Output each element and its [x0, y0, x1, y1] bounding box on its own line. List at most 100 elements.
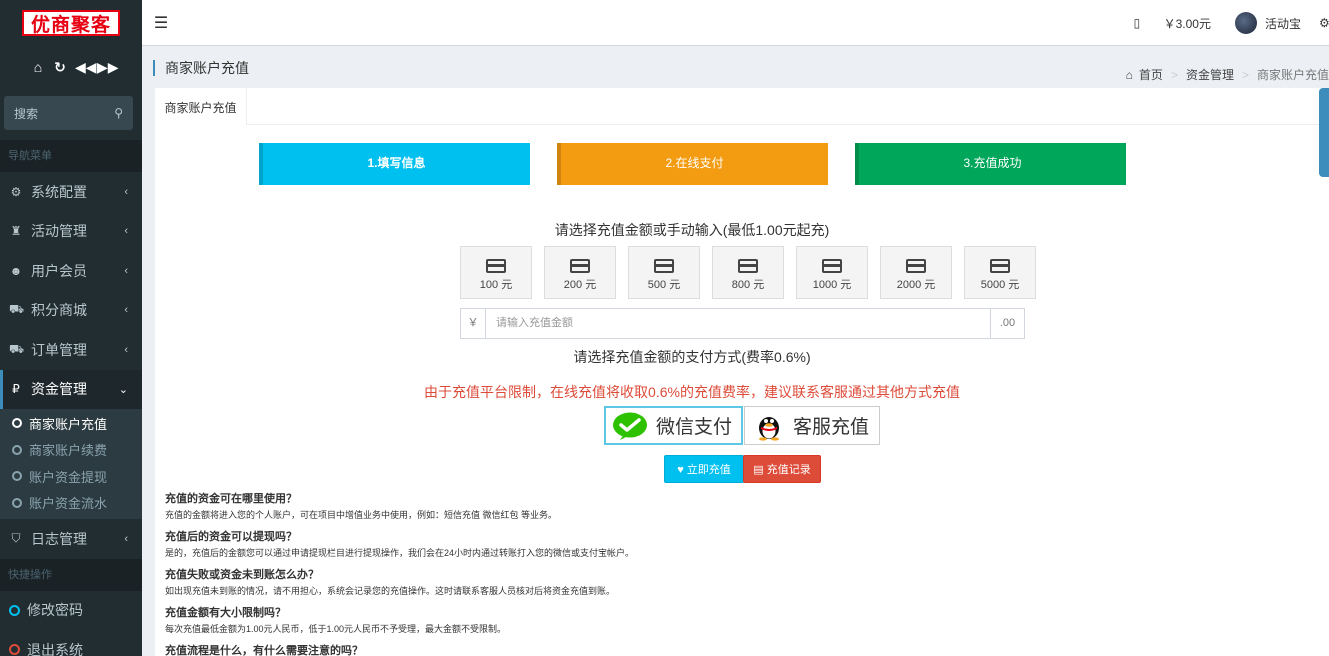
breadcrumb-separator: >: [1170, 67, 1178, 82]
amount-option[interactable]: 100 元: [460, 246, 532, 299]
sidebar-item-logs[interactable]: ⛉ 日志管理 ‹: [0, 519, 142, 559]
quick-item-label: 修改密码: [27, 602, 83, 619]
dashboard-icon: ⌂: [1125, 67, 1133, 82]
sidebar-search[interactable]: 搜索 ⚲: [4, 96, 133, 130]
chevron-left-icon: ‹: [124, 304, 128, 317]
quick-item-change-password[interactable]: 修改密码: [0, 591, 142, 631]
amount-label: 1000 元: [812, 279, 852, 291]
balance-display[interactable]: ￥3.00元: [1164, 15, 1211, 32]
breadcrumb: ⌂ 首页 > 资金管理 > 商家账户充值: [1126, 66, 1329, 83]
submenu-item-withdraw[interactable]: 账户资金提现: [0, 463, 142, 490]
avatar[interactable]: [1234, 12, 1257, 34]
sidebar-item-funds[interactable]: ₽ 资金管理 ⌄: [0, 369, 142, 409]
fee-warning: 由于充值平台限制，在线充值将收取0.6%的充值费率，建议联系客服通过其他方式充值: [424, 384, 960, 400]
breadcrumb-home[interactable]: 首页: [1139, 66, 1163, 83]
sidebar-item-system-config[interactable]: ⚙ 系统配置 ‹: [0, 172, 142, 212]
amount-option[interactable]: 1000 元: [796, 246, 868, 299]
sidebar-item-label: 活动管理: [31, 223, 87, 240]
amount-option[interactable]: 800 元: [712, 246, 784, 299]
menu-toggle-icon[interactable]: ☰: [142, 13, 180, 33]
amount-label: 800 元: [731, 279, 765, 291]
recharge-record-label: 充值记录: [766, 464, 811, 476]
breadcrumb-funds[interactable]: 资金管理: [1186, 66, 1234, 83]
recharge-now-button[interactable]: ♥ 立即充值: [664, 455, 744, 483]
gear-icon: ⚙: [10, 184, 22, 199]
brand-logo[interactable]: 优商聚客: [22, 10, 120, 36]
chevron-left-icon: ‹: [124, 343, 128, 356]
chevron-down-icon: ⌄: [118, 383, 128, 396]
page-title: 商家账户充值: [153, 60, 249, 76]
forward-icon[interactable]: ▶▶: [97, 59, 119, 76]
submenu-item-flow[interactable]: 账户资金流水: [0, 490, 142, 517]
circle-icon: [12, 497, 22, 508]
document-icon: ▤: [753, 464, 764, 476]
amount-title: 请选择充值金额或手动输入(最低1.00元起充): [554, 222, 830, 238]
sidebar-item-label: 订单管理: [31, 341, 87, 358]
tab-bar: 商家账户充值: [155, 88, 1329, 125]
credit-card-icon: [738, 259, 758, 273]
amount-option[interactable]: 2000 元: [880, 246, 952, 299]
wechat-pay-option[interactable]: 微信支付: [604, 406, 743, 445]
sidebar-item-members[interactable]: ☻ 用户会员 ‹: [0, 251, 142, 291]
submenu-item-renew[interactable]: 商家账户续费: [0, 437, 142, 464]
faq-question: 充值后的资金可以提现吗？: [165, 531, 297, 543]
search-icon[interactable]: ⚲: [114, 106, 123, 120]
content-header: 商家账户充值 ⌂ 首页 > 资金管理 > 商家账户充值: [142, 47, 1329, 89]
circle-icon: [12, 444, 22, 455]
faq-question: 充值金额有大小限制吗？: [165, 607, 286, 619]
faq-section: 充值的资金可在哪里使用？ 充值的金额将进入您的个人账户，可在项目中增值业务中使用…: [165, 491, 1265, 656]
quick-item-label: 退出系统: [27, 641, 83, 656]
tab-recharge[interactable]: 商家账户充值: [155, 88, 247, 125]
submenu-item-recharge[interactable]: 商家账户充值: [0, 410, 142, 437]
settings-gear-icon[interactable]: ⚙: [1319, 16, 1329, 30]
amount-input[interactable]: 请输入充值金额: [486, 309, 990, 338]
decimal-addon: .00: [990, 309, 1024, 338]
circle-icon: [9, 644, 20, 656]
chevron-left-icon: ‹: [124, 264, 128, 277]
amount-input-group: ￥ 请输入充值金额 .00: [460, 308, 1025, 339]
chevron-left-icon: ‹: [124, 225, 128, 238]
truck-icon: ⛟: [9, 341, 25, 356]
chevron-left-icon: ‹: [124, 185, 128, 198]
circle-icon: [9, 604, 20, 616]
quick-header: 快捷操作: [0, 558, 142, 591]
currency-addon: ￥: [461, 309, 486, 338]
submenu-item-label: 账户资金提现: [29, 469, 108, 485]
credit-card-icon: [822, 259, 842, 273]
yen-icon: ₽: [12, 382, 20, 397]
credit-card-icon: [486, 259, 506, 273]
circle-icon: [12, 471, 22, 482]
sidebar: 优商聚客 ⌂ ↻ ◀◀ ▶▶ 搜索 ⚲ 导航菜单 ⚙ 系统配置 ‹ ♜ 活动管理…: [0, 0, 142, 656]
sidebar-item-mall[interactable]: ⛟ 积分商城 ‹: [0, 291, 142, 331]
amount-option[interactable]: 5000 元: [964, 246, 1036, 299]
sidebar-item-activity[interactable]: ♜ 活动管理 ‹: [0, 212, 142, 252]
sidebar-quick-icons: ⌂ ↻ ◀◀ ▶▶: [0, 46, 142, 88]
submenu-item-label: 商家账户充值: [29, 416, 108, 432]
sidebar-item-label: 资金管理: [31, 381, 87, 398]
floating-service-tab[interactable]: [1319, 88, 1329, 177]
faq-question: 充值失败或资金未到账怎么办？: [165, 569, 319, 581]
backward-icon[interactable]: ◀◀: [75, 59, 97, 76]
amount-option[interactable]: 200 元: [544, 246, 616, 299]
refresh-icon[interactable]: ↻: [53, 59, 67, 76]
search-input[interactable]: 搜索: [14, 105, 114, 122]
nav-header: 导航菜单: [0, 140, 142, 172]
top-navbar: ☰ ▯ ￥3.00元 活动宝 ⚙: [142, 0, 1329, 46]
sidebar-item-orders[interactable]: ⛟ 订单管理 ‹: [0, 330, 142, 370]
wechat-icon: [613, 412, 647, 440]
faq-question: 充值流程是什么，有什么需要注意的吗？: [165, 645, 363, 656]
home-icon[interactable]: ⌂: [31, 59, 45, 75]
amount-label: 200 元: [563, 279, 597, 291]
chevron-left-icon: ‹: [124, 532, 128, 545]
amount-option[interactable]: 500 元: [628, 246, 700, 299]
faq-question: 充值的资金可在哪里使用？: [165, 493, 297, 505]
amount-label: 500 元: [647, 279, 681, 291]
faq-answer: 充值的金额将进入您的个人账户，可在项目中增值业务中使用，例如：短信充值 微信红包…: [165, 510, 558, 520]
mobile-icon[interactable]: ▯: [1134, 16, 1144, 30]
cart-icon: ⛟: [9, 302, 25, 317]
username[interactable]: 活动宝: [1265, 15, 1301, 32]
service-recharge-option[interactable]: 客服充值: [744, 406, 880, 445]
quick-item-logout[interactable]: 退出系统: [0, 630, 142, 656]
recharge-now-label: 立即充值: [686, 464, 731, 476]
recharge-record-button[interactable]: ▤ 充值记录: [743, 455, 821, 483]
